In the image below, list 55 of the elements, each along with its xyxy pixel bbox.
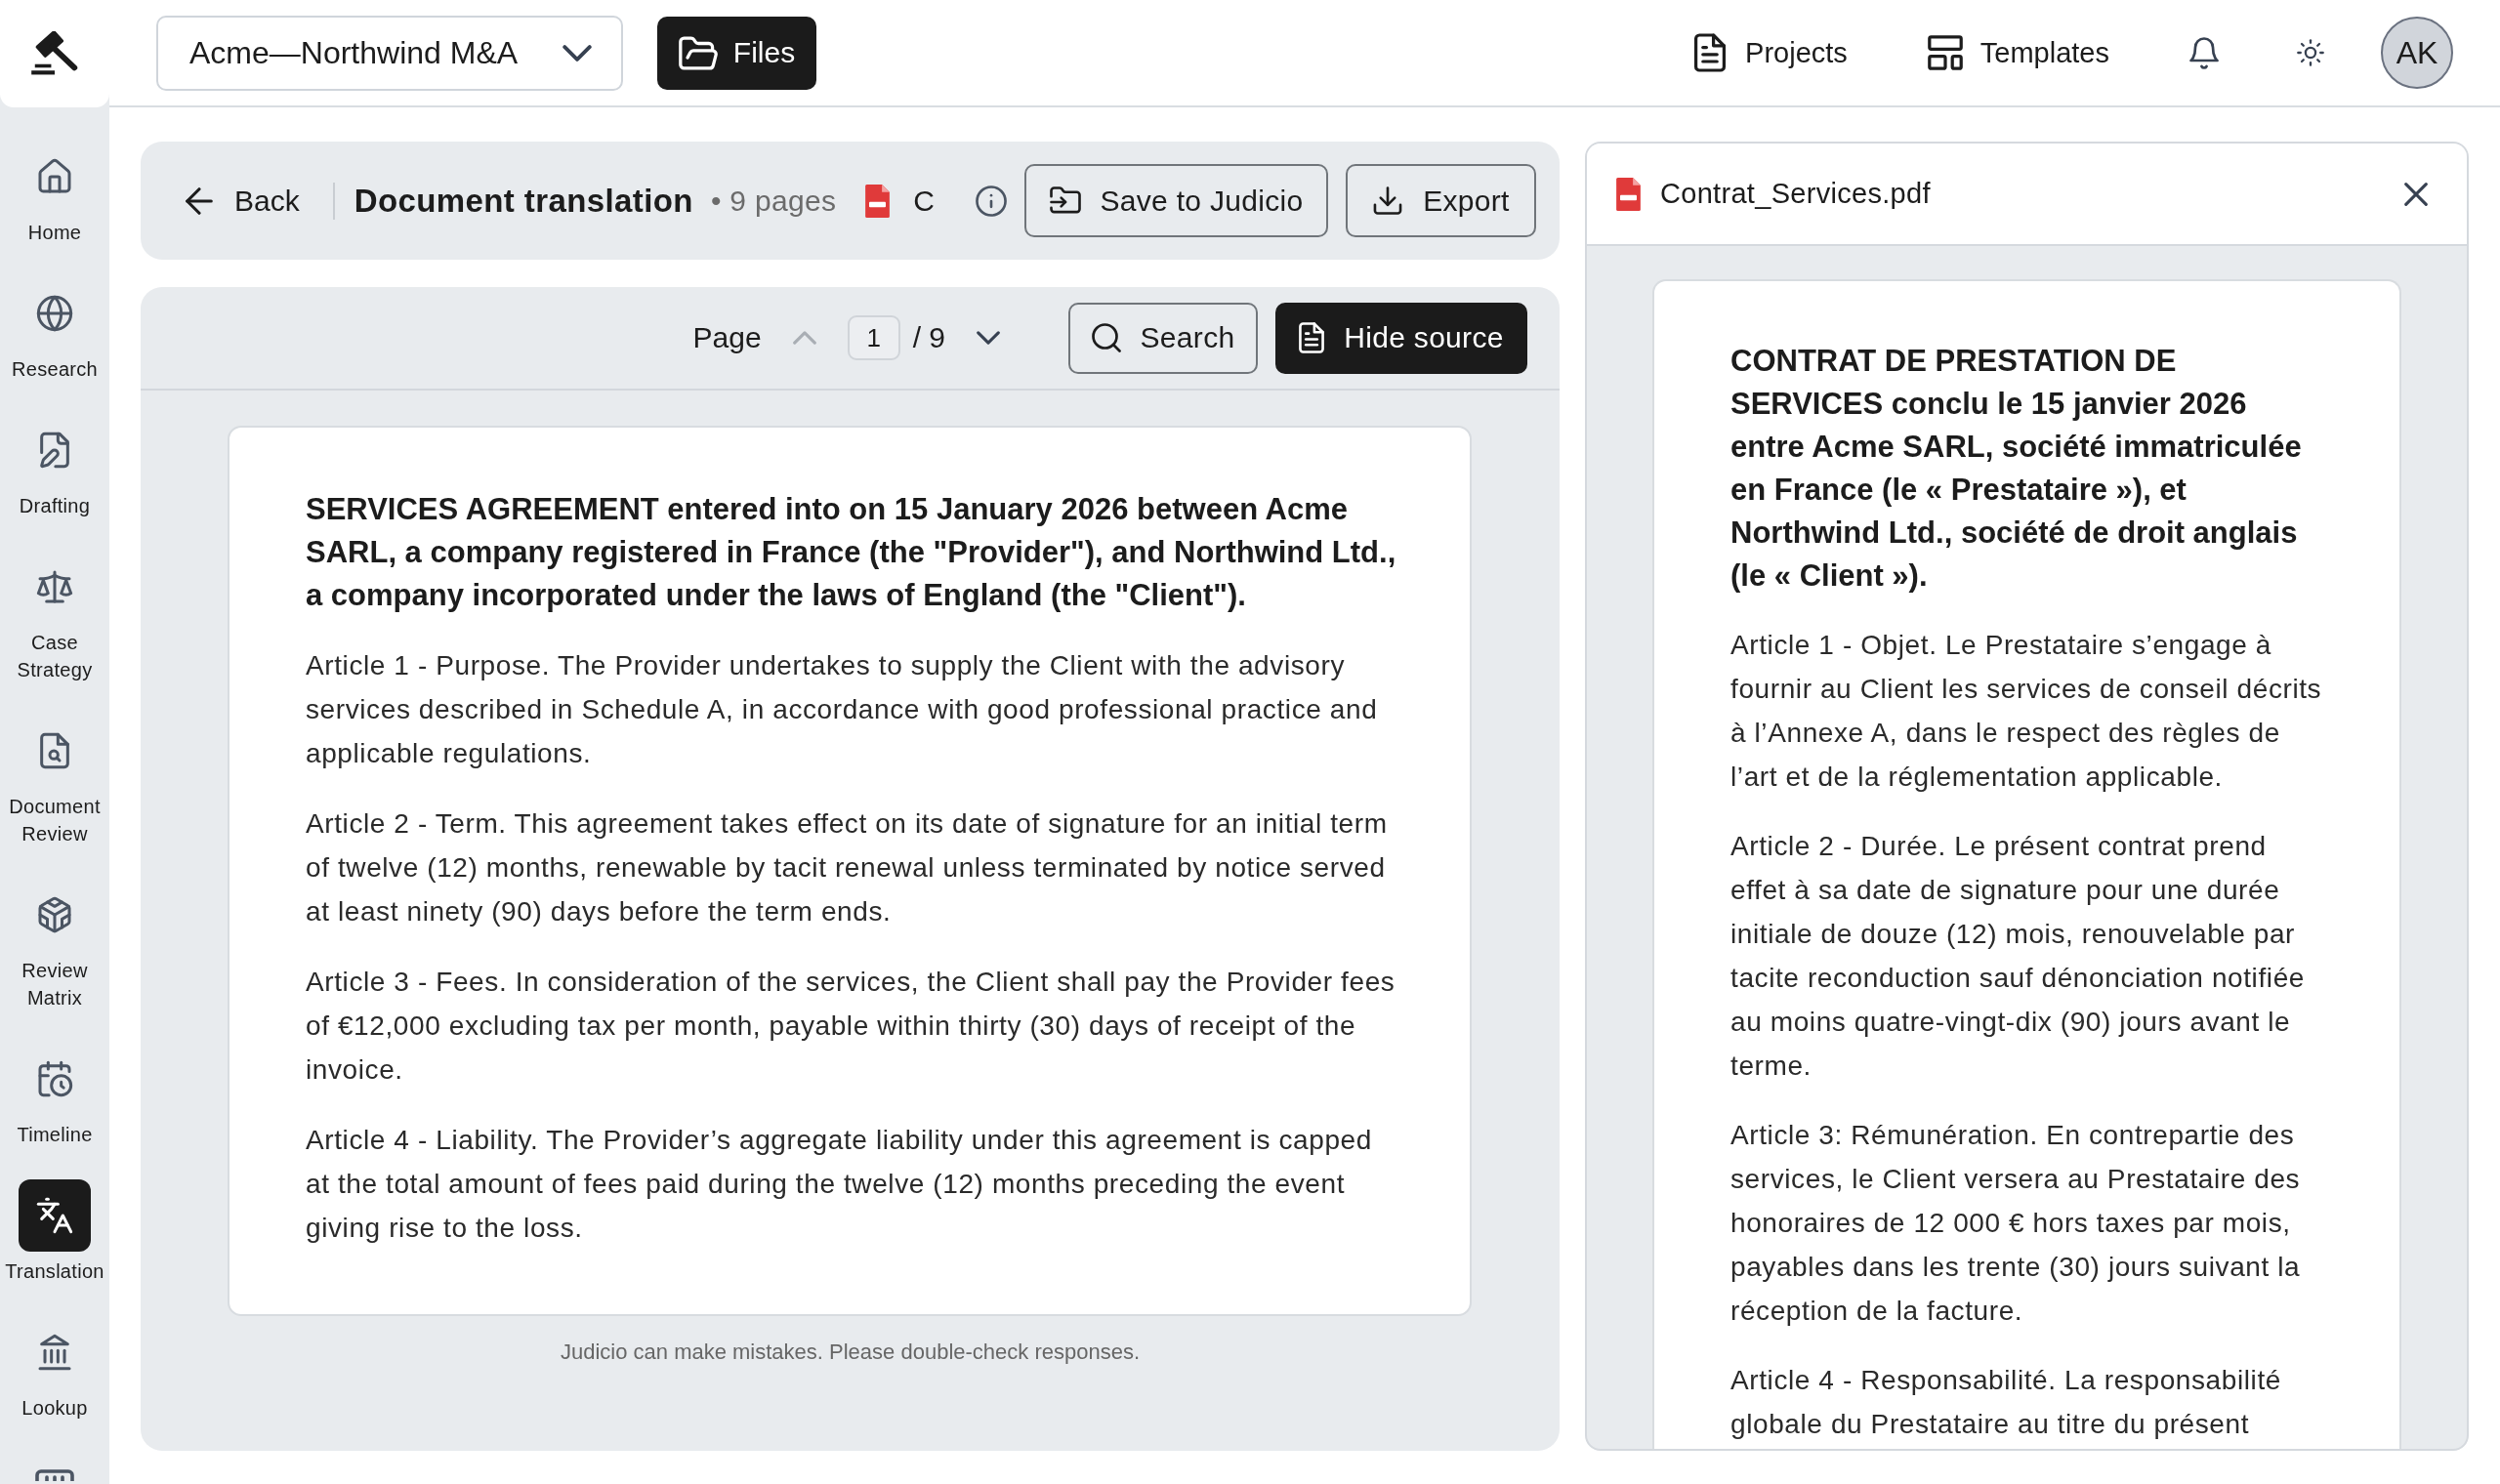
chevron-down-icon: [562, 44, 592, 62]
document-heading: SERVICES AGREEMENT entered into on 15 January 2026 between Acme SARL, a company registered in France (the "Provider"), and Northwind Ltd., a company incorporated under the laws of England (the "Client").: [306, 491, 1397, 614]
nav-link[interactable]: Projects: [1692, 33, 1848, 72]
page-number-field[interactable]: 1: [847, 315, 900, 360]
nav-link[interactable]: Templates: [1927, 33, 2109, 72]
disclaimer-text: Judicio can make mistakes. Please double-check responses.: [559, 1340, 1142, 1365]
document-paragraph: Article 4 - Liability. The Provider’s aggregate liability under this agreement is capped at the total amount of fees paid during the twelve (12) months preceding the event giving rise to the loss.: [306, 1124, 1373, 1245]
page-label: Page: [692, 321, 762, 354]
toolbar-button[interactable]: Export: [1346, 164, 1536, 237]
back-button[interactable]: Back: [186, 184, 300, 218]
file-icon: [1616, 177, 1641, 211]
close-icon[interactable]: [2404, 182, 2428, 206]
folder-icon: [678, 35, 718, 70]
source-file-name: Contrat_Services.pdf: [1660, 178, 1931, 210]
file-text-icon: [1692, 33, 1729, 72]
document-paragraph: Article 3: Rémunération. En contrepartie des services, le Client versera au Prestataire des honoraires de 12 000 € hors taxes par mois, payables dans les trente (30) jours suivant la réception de la facture.: [1730, 1119, 2302, 1328]
layout-icon: [1927, 33, 1963, 72]
file-name: C: [913, 184, 935, 218]
avatar[interactable]: AK: [2381, 17, 2453, 89]
sidebar-item[interactable]: Review Matrix: [0, 879, 109, 1011]
document-paragraph: Article 1 - Purpose. The Provider undertakes to supply the Client with the advisory services described in Schedule A, in accordance with good professional practice and applicable regulations.: [306, 649, 1379, 770]
document-paragraph: Article 2 - Durée. Le présent contrat prend effet à sa date de signature pour une durée initiale de douze (12) mois, renouvelable par tacite reconduction sauf dénonciation notifiée au moins quatre-vingt-dix (90) jours avant le terme.: [1730, 830, 2306, 1083]
info-icon[interactable]: [975, 185, 1007, 217]
page-title: Document translation: [354, 182, 693, 220]
document-paragraph: Article 2 - Term. This agreement takes effect on its date of signature for an initial term of twelve (12) months, renewable by tacit renewal unless terminated by notice served at least ninety (90) days before the term ends.: [306, 807, 1389, 928]
document-paragraph: Article 1 - Objet. Le Prestataire s’engage à fournir au Client les services de conseil décrits à l’Annexe A, dans le respect des règles de l’art et de la réglementation applicable.: [1730, 629, 2323, 794]
project-selector[interactable]: Acme—Northwind M&A: [156, 15, 623, 91]
sidebar-item[interactable]: Drafting: [0, 414, 109, 519]
chevron-down-icon[interactable]: [977, 331, 1000, 345]
hide-source-button[interactable]: Hide source: [1275, 302, 1527, 374]
sidebar-item[interactable]: Lookup: [0, 1316, 109, 1422]
file-text-icon: [1299, 322, 1325, 353]
page-total: / 9: [912, 321, 945, 354]
download-icon: [1372, 186, 1404, 215]
bell-icon[interactable]: [2189, 36, 2219, 69]
search-button[interactable]: Search: [1068, 302, 1258, 374]
table-icon: [35, 1469, 74, 1481]
sidebar-item[interactable]: Case Strategy: [0, 551, 109, 683]
sidebar-item[interactable]: Timeline: [0, 1043, 109, 1148]
sidebar-item[interactable]: Home: [0, 141, 109, 246]
toolbar-button[interactable]: Save to Judicio: [1024, 164, 1328, 237]
sidebar-item[interactable]: Translation: [0, 1179, 109, 1285]
document-paragraph: Article 3 - Fees. In consideration of the services, the Client shall pay the Provider fees of €12,000 excluding tax per month, payable within thirty (30) days of receipt of the invoice.: [306, 966, 1396, 1087]
document-heading: CONTRAT DE PRESTATION DE SERVICES conclu le 15 janvier 2026 entre Acme SARL, société immatriculée en France (le « Prestataire »), et Northwind Ltd., société de droit anglais (le « Client »).: [1730, 343, 2303, 595]
document-paragraph: Article 4 - Responsabilité. La responsabilité globale du Prestataire au titre du présent: [1730, 1364, 2282, 1441]
search-icon: [1091, 323, 1121, 352]
sun-icon[interactable]: [2297, 39, 2324, 66]
files-button[interactable]: Files: [657, 16, 816, 90]
globe-icon: [35, 294, 74, 333]
sidebar-item[interactable]: Research: [0, 277, 109, 383]
translate-icon: [35, 1196, 74, 1235]
page-count: • 9 pages: [710, 184, 837, 218]
gavel-icon[interactable]: [30, 31, 79, 76]
file-icon: [865, 184, 891, 218]
sidebar-item[interactable]: Document Review: [0, 715, 109, 847]
